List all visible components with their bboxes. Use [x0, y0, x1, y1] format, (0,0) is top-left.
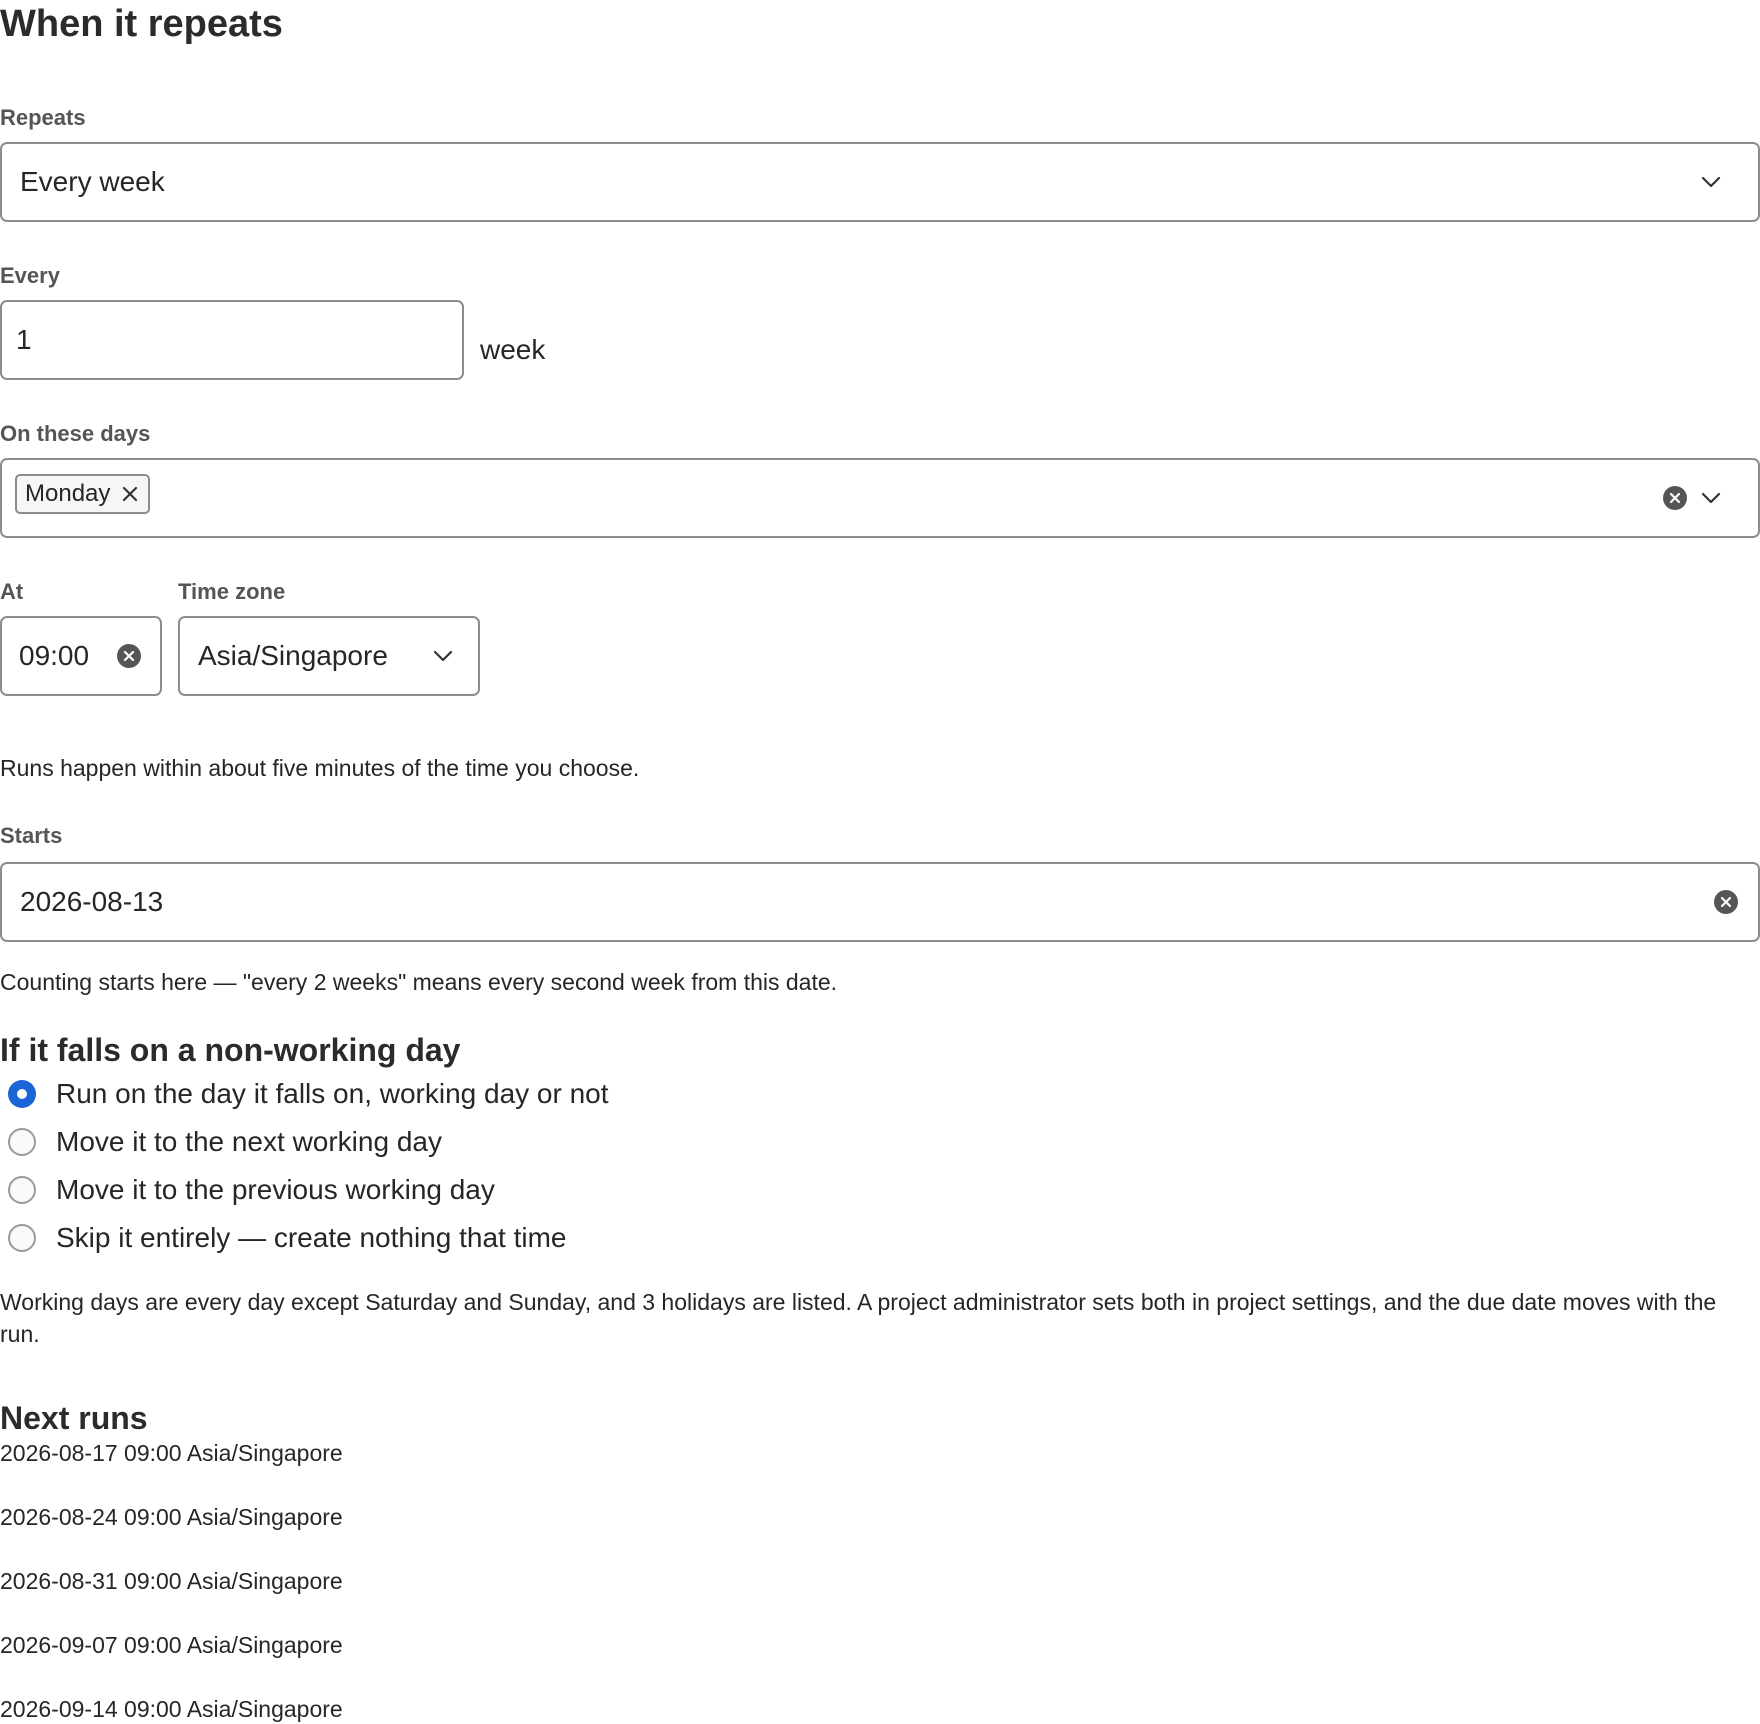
- starts-hint: Counting starts here — "every 2 weeks" m…: [0, 969, 838, 995]
- start-date-input[interactable]: 2026-08-13: [0, 862, 1760, 942]
- repeats-label: Repeats: [0, 105, 86, 130]
- chevron-down-icon: [1701, 176, 1721, 188]
- every-value: 1: [16, 324, 32, 355]
- repeats-select[interactable]: Every week: [0, 142, 1760, 222]
- close-icon[interactable]: [120, 484, 140, 504]
- clear-icon[interactable]: [116, 643, 142, 669]
- option-label: Move it to the previous working day: [56, 1174, 495, 1205]
- radio-button-checked[interactable]: [8, 1080, 36, 1108]
- repeats-value: Every week: [20, 166, 165, 197]
- starts-label: Starts: [0, 823, 63, 848]
- day-chip-label: Monday: [25, 480, 111, 507]
- radio-button[interactable]: [8, 1176, 36, 1204]
- next-run-item: 2026-09-07 09:00 Asia/Singapore: [0, 1632, 343, 1658]
- non-working-title: If it falls on a non-working day: [0, 1032, 461, 1068]
- next-run-item: 2026-08-31 09:00 Asia/Singapore: [0, 1568, 343, 1594]
- every-interval-input[interactable]: 1: [0, 300, 464, 380]
- every-unit: week: [480, 334, 546, 365]
- section-title: When it repeats: [0, 3, 283, 45]
- next-run-item: 2026-09-14 09:00 Asia/Singapore: [0, 1696, 343, 1722]
- days-label: On these days: [0, 421, 151, 446]
- next-run-item: 2026-08-24 09:00 Asia/Singapore: [0, 1504, 343, 1530]
- timezone-select[interactable]: Asia/Singapore: [178, 616, 480, 696]
- timezone-value: Asia/Singapore: [198, 640, 388, 671]
- clear-icon[interactable]: [1713, 889, 1739, 915]
- option-label: Move it to the next working day: [56, 1126, 442, 1157]
- next-runs-title: Next runs: [0, 1400, 148, 1436]
- option-label: Run on the day it falls on, working day …: [56, 1078, 609, 1109]
- time-input[interactable]: 09:00: [0, 616, 162, 696]
- option-label: Skip it entirely — create nothing that t…: [56, 1222, 567, 1253]
- radio-button[interactable]: [8, 1224, 36, 1252]
- timezone-label: Time zone: [178, 579, 286, 604]
- days-multiselect[interactable]: Monday: [0, 458, 1760, 538]
- day-chip-monday: Monday: [15, 474, 151, 514]
- radio-button[interactable]: [8, 1128, 36, 1156]
- time-value: 09:00: [19, 640, 90, 671]
- working-days-note: Working days are every day except Saturd…: [0, 1289, 1717, 1347]
- option-run-on-day[interactable]: Run on the day it falls on, working day …: [8, 1074, 609, 1114]
- chevron-down-icon: [1701, 492, 1721, 504]
- option-skip-entirely[interactable]: Skip it entirely — create nothing that t…: [8, 1218, 566, 1258]
- chevron-down-icon: [433, 650, 453, 662]
- option-previous-working-day[interactable]: Move it to the previous working day: [8, 1170, 495, 1210]
- clear-icon[interactable]: [1662, 485, 1688, 511]
- at-label: At: [0, 579, 24, 604]
- time-hint: Runs happen within about five minutes of…: [0, 755, 640, 781]
- next-run-item: 2026-08-17 09:00 Asia/Singapore: [0, 1440, 343, 1466]
- start-date-value: 2026-08-13: [20, 886, 164, 917]
- every-label: Every: [0, 263, 60, 288]
- option-next-working-day[interactable]: Move it to the next working day: [8, 1122, 442, 1162]
